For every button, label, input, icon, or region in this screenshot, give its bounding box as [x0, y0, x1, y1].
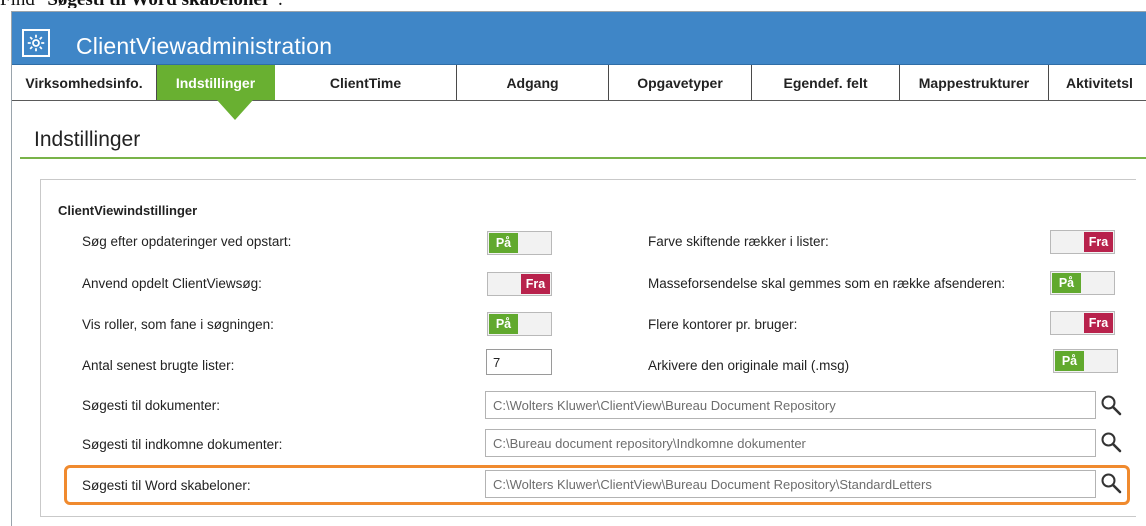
alt-rows-label: Farve skiftende rækker i lister: [648, 234, 829, 249]
show-roles-label: Vis roller, som fane i søgningen: [82, 317, 274, 332]
tab-aktivitetslog[interactable]: Aktivitetsl [1049, 65, 1146, 100]
mass-mail-label: Masseforsendelse skal gemmes som en rækk… [648, 276, 1006, 291]
search-icon[interactable] [1100, 394, 1122, 416]
active-tab-pointer [217, 100, 253, 120]
gear-icon [22, 29, 50, 57]
tab-clienttime[interactable]: ClientTime [275, 65, 457, 100]
search-icon[interactable] [1100, 431, 1122, 453]
page-title: Indstillinger [34, 128, 141, 151]
mass-mail-toggle[interactable]: På [1050, 271, 1115, 295]
app-title: ClientViewadministration [76, 33, 333, 59]
incoming-path-label: Søgesti til indkomne dokumenter: [82, 437, 283, 452]
settings-group: ClientViewindstillinger [40, 179, 1136, 517]
toggle-state: På [489, 314, 518, 334]
tab-mappestrukturer[interactable]: Mappestrukturer [900, 65, 1049, 100]
word-templates-path-input[interactable]: C:\Wolters Kluwer\ClientView\Bureau Docu… [485, 470, 1096, 498]
recent-lists-label: Antal senest brugte lister: [82, 358, 235, 373]
tab-virksomhedsinfo[interactable]: Virksomhedsinfo. [12, 65, 157, 100]
alt-rows-toggle[interactable]: Fra [1050, 230, 1115, 254]
tab-adgang[interactable]: Adgang [457, 65, 609, 100]
documents-path-label: Søgesti til dokumenter: [82, 398, 221, 413]
search-icon[interactable] [1100, 472, 1122, 494]
archive-msg-label: Arkivere den originale mail (.msg) [648, 358, 850, 373]
toggle-state: På [1055, 351, 1084, 371]
archive-msg-toggle[interactable]: På [1053, 349, 1118, 373]
instruction-caption: Find "Søgesti til Word skabeloner". [0, 0, 500, 8]
title-divider [20, 157, 1146, 159]
tab-opgavetyper[interactable]: Opgavetyper [609, 65, 752, 100]
toggle-state: På [1052, 273, 1081, 293]
split-search-toggle[interactable]: Fra [487, 272, 552, 296]
word-templates-path-label: Søgesti til Word skabeloner: [82, 478, 251, 493]
tab-indstillinger[interactable]: Indstillinger [157, 65, 275, 100]
group-title: ClientViewindstillinger [58, 203, 198, 218]
toggle-state: Fra [1084, 232, 1113, 252]
tab-egendef-felt[interactable]: Egendef. felt [752, 65, 900, 100]
incoming-path-input[interactable]: C:\Bureau document repository\Indkomne d… [485, 429, 1096, 457]
tab-bar: Virksomhedsinfo. Indstillinger ClientTim… [12, 65, 1146, 101]
title-bar: ClientViewadministration [12, 12, 1146, 65]
search-updates-toggle[interactable]: På [487, 231, 552, 255]
split-search-label: Anvend opdelt ClientViewsøg: [82, 276, 262, 291]
toggle-state: Fra [1084, 313, 1113, 333]
toggle-state: På [489, 233, 518, 253]
toggle-state: Fra [521, 274, 550, 294]
documents-path-input[interactable]: C:\Wolters Kluwer\ClientView\Bureau Docu… [485, 391, 1096, 419]
multi-office-label: Flere kontorer pr. bruger: [648, 317, 798, 332]
recent-lists-input[interactable]: 7 [486, 349, 552, 375]
search-updates-label: Søg efter opdateringer ved opstart: [82, 234, 292, 249]
multi-office-toggle[interactable]: Fra [1050, 311, 1115, 335]
show-roles-toggle[interactable]: På [487, 312, 552, 336]
